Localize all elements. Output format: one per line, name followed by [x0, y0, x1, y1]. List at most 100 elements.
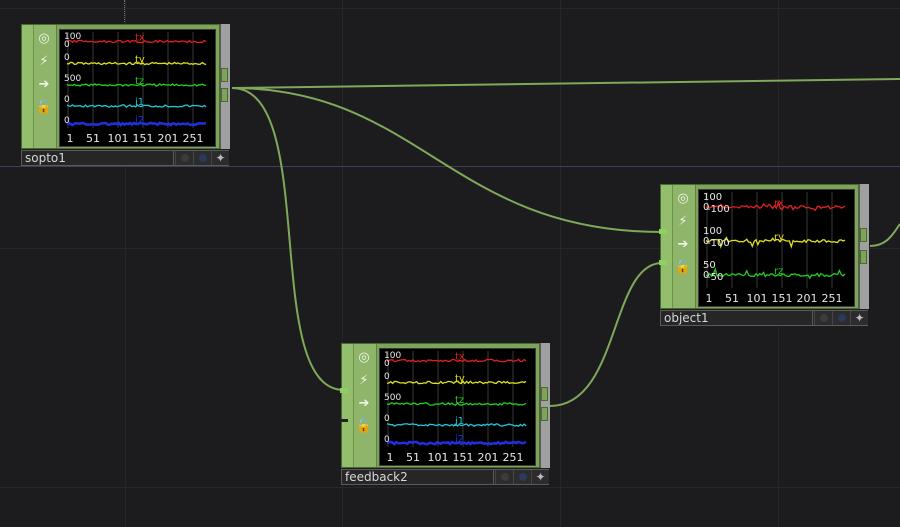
- bypass-icon[interactable]: ◎: [354, 347, 374, 367]
- node-name-field[interactable]: object1: [661, 311, 813, 325]
- node-body[interactable]: ◎ ⚡ ➔ 🔓 tx 100 0 ty 0 tz 500 j1 0 j2 0 1 51 101 151 201…: [341, 343, 540, 468]
- wire-feedback2-to-object1[interactable]: [549, 262, 663, 407]
- cook-flag-icon[interactable]: [175, 151, 193, 165]
- channel-range-top: 0: [64, 95, 70, 105]
- lock-icon[interactable]: 🔓: [673, 257, 693, 277]
- x-tick-label: 151: [772, 292, 793, 305]
- input-connector[interactable]: [659, 260, 667, 265]
- wire-object1-to-out[interactable]: [869, 223, 900, 247]
- lock-icon[interactable]: 🔓: [354, 416, 374, 436]
- x-tick-label: 101: [747, 292, 768, 305]
- wire-sopto1-to-feedback2[interactable]: [231, 87, 345, 391]
- channel-label-tx: tx: [135, 33, 145, 44]
- plus-icon[interactable]: ✦: [850, 311, 868, 325]
- channel-range-bottom: 0: [384, 359, 390, 369]
- channel-range-bottom: -100: [707, 204, 730, 215]
- output-connector[interactable]: [860, 228, 867, 242]
- channel-label-tz: tz: [455, 395, 464, 406]
- x-tick-label: 251: [503, 451, 524, 464]
- output-connector[interactable]: [541, 387, 548, 401]
- display-flag-icon[interactable]: [832, 311, 850, 325]
- plus-icon[interactable]: ✦: [211, 151, 229, 165]
- viewer-icon[interactable]: ⚡: [34, 51, 54, 71]
- node-name-field[interactable]: feedback2: [342, 470, 494, 484]
- node-namebar: feedback2 ✦: [341, 469, 549, 485]
- channel-plot: rx1000-100ry1000-100rz500-501 51 101 151 201…: [703, 192, 846, 305]
- viewer-icon[interactable]: ⚡: [673, 211, 693, 231]
- channel-label-rx: rx: [774, 198, 784, 209]
- channel-range-bottom: -50: [707, 272, 723, 283]
- display-icon[interactable]: ➔: [354, 393, 374, 413]
- x-tick-label: 101: [108, 132, 129, 145]
- wire-sopto1-to-out[interactable]: [231, 78, 900, 89]
- channel-range-top: 500: [64, 74, 81, 84]
- node-toolbar: ◎ ⚡ ➔ 🔓: [342, 344, 377, 467]
- display-icon[interactable]: ➔: [34, 74, 54, 94]
- output-strip: [859, 184, 869, 309]
- x-tick-label: 151: [133, 132, 154, 145]
- channel-viewer: tx 100 0 ty 0 tz 500 j1 0 j2 0 1 51 101 151 201 251: [59, 29, 216, 147]
- x-tick-label: 201: [158, 132, 179, 145]
- output-strip: [220, 24, 230, 149]
- network-editor[interactable]: ◎ ⚡ ➔ 🔓 tx 100 0 ty 0 tz 500 j1 0 j2 0 1 51 101 151 201…: [0, 0, 900, 527]
- display-icon[interactable]: ➔: [673, 234, 693, 254]
- node-toolbar: ◎ ⚡ ➔ 🔓: [661, 185, 696, 308]
- output-strip: [540, 343, 550, 468]
- cook-flag-icon[interactable]: [814, 311, 832, 325]
- channel-label-j2: j2: [134, 115, 144, 126]
- channel-range-bottom: 0: [64, 40, 70, 50]
- x-tick-label: 1: [67, 132, 74, 145]
- node-left-strip: [342, 344, 354, 467]
- input-connector[interactable]: [340, 419, 348, 422]
- x-tick-label: 1: [387, 451, 394, 464]
- x-tick-label: 101: [428, 451, 449, 464]
- node-namebar: object1 ✦: [660, 310, 868, 326]
- bypass-icon[interactable]: ◎: [34, 28, 54, 48]
- channel-plot: tx1000ty0tz500j10j201 51 101 151 201 251: [64, 32, 207, 145]
- node-feedback2[interactable]: ◎ ⚡ ➔ 🔓 tx 100 0 ty 0 tz 500 j1 0 j2 0 1 51 101 151 201…: [340, 343, 550, 486]
- x-tick-label: 201: [478, 451, 499, 464]
- node-body[interactable]: ◎ ⚡ ➔ 🔓 rx 100 0 -100 ry 100 0 -100 rz 50 0 -50 1 51 1…: [660, 184, 859, 309]
- channel-range-top: 0: [384, 435, 390, 445]
- x-tick-label: 51: [406, 451, 420, 464]
- channel-range-top: 0: [64, 116, 70, 126]
- output-connector[interactable]: [541, 407, 548, 421]
- node-left-strip: [661, 185, 673, 308]
- channel-range-top: 500: [384, 393, 401, 403]
- node-object1[interactable]: ◎ ⚡ ➔ 🔓 rx 100 0 -100 ry 100 0 -100 rz 50 0 -50 1 51 1…: [659, 184, 869, 327]
- output-connector[interactable]: [221, 88, 228, 102]
- channel-label-ry: ry: [774, 232, 784, 243]
- output-connector[interactable]: [221, 68, 228, 82]
- node-left-strip: [22, 25, 34, 148]
- channel-viewer: tx 100 0 ty 0 tz 500 j1 0 j2 0 1 51 101 151 201 251: [379, 348, 536, 466]
- display-flag-icon[interactable]: [513, 470, 531, 484]
- cook-flag-icon[interactable]: [495, 470, 513, 484]
- channel-label-rz: rz: [774, 266, 783, 277]
- x-tick-label: 1: [706, 292, 713, 305]
- x-tick-label: 151: [453, 451, 474, 464]
- input-connector[interactable]: [340, 388, 348, 393]
- channel-label-ty: ty: [455, 374, 465, 385]
- node-name-field[interactable]: sopto1: [22, 151, 174, 165]
- display-flag-icon[interactable]: [193, 151, 211, 165]
- node-sopto1[interactable]: ◎ ⚡ ➔ 🔓 tx 100 0 ty 0 tz 500 j1 0 j2 0 1 51 101 151 201…: [21, 24, 230, 167]
- viewer-icon[interactable]: ⚡: [354, 370, 374, 390]
- channel-viewer: rx 100 0 -100 ry 100 0 -100 rz 50 0 -50 1 51 101 151 201…: [698, 189, 855, 307]
- x-tick-label: 201: [797, 292, 818, 305]
- channel-label-j1: j1: [134, 97, 144, 108]
- channel-label-j2: j2: [454, 434, 464, 445]
- channel-plot: tx1000ty0tz500j10j201 51 101 151 201 251: [384, 351, 527, 464]
- channel-label-j1: j1: [454, 416, 464, 427]
- lock-icon[interactable]: 🔓: [34, 97, 54, 117]
- node-toolbar: ◎ ⚡ ➔ 🔓: [22, 25, 57, 148]
- node-namebar: sopto1 ✦: [21, 150, 229, 166]
- bypass-icon[interactable]: ◎: [673, 188, 693, 208]
- channel-range-bottom: -100: [707, 238, 730, 249]
- channel-label-tx: tx: [455, 352, 465, 363]
- plus-icon[interactable]: ✦: [531, 470, 549, 484]
- node-body[interactable]: ◎ ⚡ ➔ 🔓 tx 100 0 ty 0 tz 500 j1 0 j2 0 1 51 101 151 201…: [21, 24, 220, 149]
- input-connector[interactable]: [659, 229, 667, 234]
- output-connector[interactable]: [860, 250, 867, 264]
- channel-range-top: 0: [384, 372, 390, 382]
- wire-sopto1-to-object1[interactable]: [231, 87, 663, 233]
